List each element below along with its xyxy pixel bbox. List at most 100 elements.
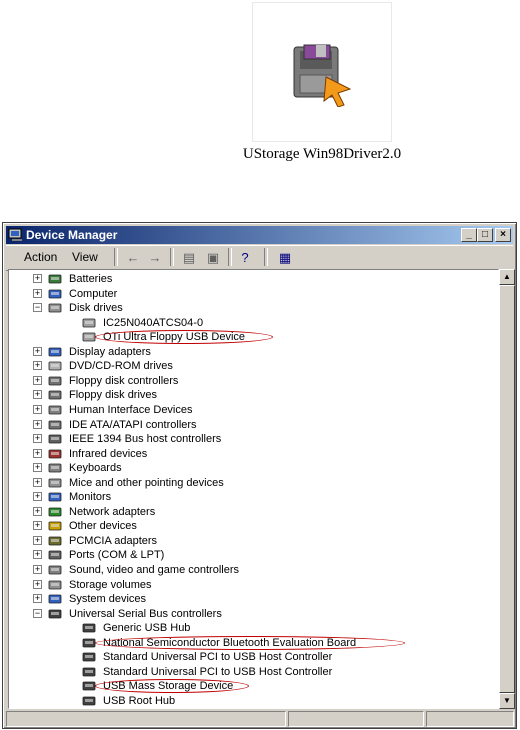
expand-icon[interactable]: + [33,492,42,502]
tree-item-label: Keyboards [69,462,122,475]
tree-item[interactable]: + Keyboards [9,461,497,475]
tree-item[interactable]: + Batteries [9,272,497,286]
title-bar[interactable]: Device Manager _ □ × [6,226,513,244]
tree-item[interactable]: National Semiconductor Bluetooth Evaluat… [9,635,497,650]
tree-item[interactable]: + IEEE 1394 Bus host controllers [9,432,497,446]
expand-icon[interactable]: + [33,463,42,473]
folder-icon[interactable]: ▤ [180,249,198,267]
expand-icon[interactable]: + [33,594,42,604]
monitor-icon [47,490,63,504]
tree-item[interactable]: OTi Ultra Floppy USB Device [9,330,497,345]
expand-icon[interactable]: + [33,579,42,589]
scroll-thumb[interactable] [499,285,515,693]
scroll-up-button[interactable]: ▲ [499,269,515,285]
tree-item[interactable]: − Disk drives [9,301,497,315]
tree-item-label: Storage volumes [69,578,152,591]
expand-icon[interactable]: + [33,375,42,385]
expand-icon[interactable]: + [33,346,42,356]
status-bar [6,711,514,727]
tree-item[interactable]: + Mice and other pointing devices [9,476,497,490]
maximize-button[interactable]: □ [477,228,493,242]
forward-arrow-icon[interactable]: → [146,249,164,267]
tree-item[interactable]: + Network adapters [9,505,497,519]
device-manager-window: Device Manager _ □ × Action View ← → ▤ ▣… [2,222,517,729]
expand-icon[interactable]: + [33,535,42,545]
disk-drive-icon [47,301,63,315]
expand-icon[interactable]: + [33,477,42,487]
expand-icon[interactable]: + [33,521,42,531]
tree-item[interactable]: IC25N040ATCS04-0 [9,316,497,330]
tree-item[interactable]: + Human Interface Devices [9,403,497,417]
help-icon[interactable]: ? [236,249,254,267]
tree-item[interactable]: + Storage volumes [9,578,497,592]
tree-item[interactable]: + DVD/CD-ROM drives [9,359,497,373]
back-arrow-icon[interactable]: ← [124,249,142,267]
collapse-icon[interactable]: − [33,608,42,618]
usb-icon [81,621,97,635]
tree-item-label: Infrared devices [69,447,148,460]
tree-item-label: Monitors [69,491,112,504]
tree-item[interactable]: + Floppy disk drives [9,388,497,402]
file-caption: UStorage Win98Driver2.0 [242,146,402,162]
tree-item[interactable]: USB Mass Storage Device [9,679,497,694]
computer-icon[interactable]: ▦ [276,249,294,267]
properties-icon[interactable]: ▣ [204,249,222,267]
tree-item[interactable]: + Floppy disk controllers [9,374,497,388]
expand-icon[interactable]: + [33,565,42,574]
usb-icon [81,694,97,708]
device-tree[interactable]: + Batteries + Computer − Disk drives IC25N040A… [8,269,499,709]
expand-icon[interactable]: + [33,448,42,458]
tree-item[interactable]: + IDE ATA/ATAPI controllers [9,418,497,432]
collapse-icon[interactable]: − [33,303,42,313]
floppy-icon [47,388,63,402]
tree-item[interactable]: − Universal Serial Bus controllers [9,607,497,621]
tree-item[interactable]: + Other devices [9,519,497,533]
cdrom-icon [47,359,63,373]
infrared-icon [47,447,63,461]
expand-icon[interactable]: + [33,550,42,560]
tree-item-label: Standard Universal PCI to USB Host Contr… [103,651,333,664]
expand-icon[interactable]: + [33,288,42,298]
expand-icon[interactable]: + [33,404,42,414]
disk-icon [81,316,97,330]
menu-action[interactable]: Action [24,250,57,264]
question-icon [47,519,63,533]
pcmcia-icon [47,534,63,548]
tree-item-label: Network adapters [69,505,156,518]
expand-icon[interactable]: + [33,506,42,516]
tree-item[interactable]: + System devices [9,592,497,606]
expand-icon[interactable]: + [33,274,42,283]
expand-icon[interactable]: + [33,419,42,429]
tree-item-label: IDE ATA/ATAPI controllers [69,418,197,431]
expand-icon[interactable]: + [33,434,42,444]
tree-item[interactable]: Standard Universal PCI to USB Host Contr… [9,650,497,664]
usb-icon [81,650,97,664]
expand-icon[interactable]: + [33,390,42,400]
vertical-scrollbar[interactable]: ▲ ▼ [499,269,515,709]
tree-item[interactable]: + Display adapters [9,345,497,359]
firewire-icon [47,432,63,446]
tree-item[interactable]: USB Root Hub [9,709,497,710]
tree-item[interactable]: + Computer [9,287,497,301]
tree-item[interactable]: + Monitors [9,490,497,504]
network-icon [47,505,63,519]
tree-item[interactable]: + PCMCIA adapters [9,534,497,548]
status-pane [288,711,424,727]
expand-icon[interactable]: + [33,361,42,371]
scroll-down-button[interactable]: ▼ [499,693,515,709]
setup-file-icon-box[interactable] [252,2,392,142]
tree-item[interactable]: USB Root Hub [9,694,497,708]
tree-item[interactable]: Generic USB Hub [9,621,497,635]
tree-item[interactable]: + Sound, video and game controllers [9,563,497,577]
menu-toolbar: Action View ← → ▤ ▣ ? ▦ [6,245,513,271]
menu-view[interactable]: View [72,250,98,264]
tree-item[interactable]: + Infrared devices [9,447,497,461]
tree-item[interactable]: + Ports (COM & LPT) [9,548,497,562]
controller-icon [47,374,63,388]
close-button[interactable]: × [495,228,511,242]
mouse-icon [47,476,63,490]
minimize-button[interactable]: _ [461,228,477,242]
tree-item[interactable]: Standard Universal PCI to USB Host Contr… [9,665,497,679]
tree-item-label: Human Interface Devices [69,403,193,416]
usb-icon [81,665,97,679]
